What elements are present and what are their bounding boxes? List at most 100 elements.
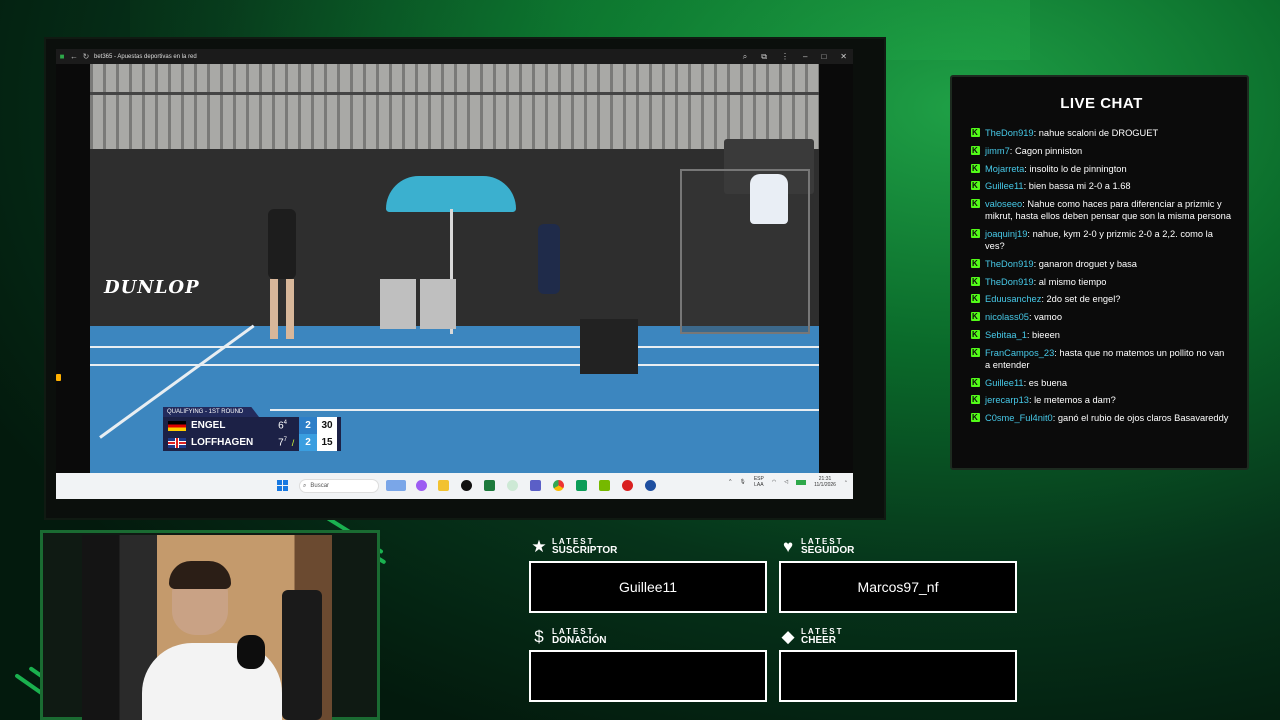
umpire-chair <box>680 169 810 334</box>
battery-icon[interactable] <box>796 479 807 485</box>
chat-text: 2do set de engel? <box>1046 294 1121 305</box>
player-name: ENGEL <box>191 420 226 431</box>
tiktok-icon[interactable] <box>461 480 472 491</box>
excel-icon[interactable] <box>484 480 495 491</box>
chevron-up-icon[interactable]: ^ <box>729 479 731 485</box>
player-name: LOFFHAGEN <box>191 437 254 448</box>
maximize-icon[interactable]: □ <box>821 52 826 61</box>
video-letterbox-right <box>819 64 853 473</box>
file-explorer-icon[interactable] <box>438 480 449 491</box>
edge-icon[interactable] <box>576 480 587 491</box>
kick-badge-icon <box>971 311 980 323</box>
chat-text: bien bassa mi 2-0 a 1.68 <box>1028 181 1131 192</box>
more-menu-icon[interactable]: ⋮ <box>781 52 789 61</box>
clock[interactable]: 21:31 11/1/2026 <box>814 476 836 488</box>
minimize-icon[interactable]: – <box>803 52 807 61</box>
chat-message: FranCampos_23: hasta que no matemos un p… <box>970 347 1232 371</box>
tennis-player <box>268 209 296 279</box>
serving-ball-icon: / <box>291 437 295 448</box>
search-icon: ⌕ <box>303 482 307 489</box>
volume-icon[interactable]: ◁ <box>784 479 788 485</box>
language-indicator[interactable]: ESP LAA <box>754 476 764 488</box>
latest-big-text: SEGUIDOR <box>801 545 855 556</box>
latest-seguidor-label: ♥ LATEST SEGUIDOR <box>779 538 854 556</box>
latest-suscriptor-box: Guillee11 <box>529 561 767 613</box>
chat-title: LIVE CHAT <box>1060 95 1143 112</box>
kick-badge-icon <box>971 347 980 359</box>
kick-badge-icon <box>971 198 980 210</box>
chat-message: valoseeo: Nahue como haces para diferenc… <box>970 198 1232 222</box>
copilot-icon[interactable] <box>416 480 427 491</box>
round-label: QUALIFYING - 1ST ROUND <box>163 407 259 417</box>
court-baseline <box>90 346 819 348</box>
whatsapp-icon[interactable] <box>507 480 518 491</box>
video-letterbox-left <box>56 64 90 473</box>
diamond-icon: ◆ <box>781 627 795 646</box>
chat-username[interactable]: joaquinj19 <box>985 229 1027 239</box>
widgets-icon[interactable] <box>386 480 406 491</box>
chat-username[interactable]: jimm7 <box>985 146 1010 156</box>
close-icon[interactable]: ✕ <box>840 52 847 61</box>
germany-flag-icon <box>168 420 186 431</box>
latest-big-text: SUSCRIPTOR <box>552 545 618 556</box>
chat-username[interactable]: C0sme_Ful4nit0 <box>985 413 1053 423</box>
chat-username[interactable]: Sebitaa_1 <box>985 330 1027 340</box>
chat-username[interactable]: jerecarp13 <box>985 395 1029 405</box>
app-red-icon[interactable] <box>622 480 633 491</box>
notification-bell-icon[interactable]: ◔ <box>844 479 847 485</box>
drinks-cooler <box>580 319 638 374</box>
player-legs <box>270 279 278 339</box>
microphone-icon[interactable]: 🎙 <box>739 479 745 485</box>
kick-badge-icon <box>971 329 980 341</box>
chat-text: insolito lo de pinnington <box>1029 163 1127 174</box>
chat-username[interactable]: valoseeo <box>985 199 1022 209</box>
chat-username[interactable]: FranCampos_23 <box>985 348 1054 358</box>
chat-username[interactable]: Mojarreta <box>985 164 1024 174</box>
chrome-icon[interactable] <box>553 480 564 491</box>
chat-username[interactable]: nicolass05 <box>985 312 1029 322</box>
tennis-video-stream[interactable]: DUNLOP QUALIFYING - 1ST ROUND ENGEL 64 2… <box>90 64 819 473</box>
star-icon: ★ <box>531 537 547 556</box>
chat-message: joaquinj19: nahue, kym 2-0 y prizmic 2-0… <box>970 228 1232 252</box>
chat-username[interactable]: TheDon919 <box>985 128 1034 138</box>
player-chair <box>380 279 416 329</box>
extensions-icon[interactable]: ⧉ <box>761 52 767 62</box>
kick-badge-icon <box>971 145 980 157</box>
chat-message: C0sme_Ful4nit0: ganó el rubio de ojos cl… <box>970 412 1232 424</box>
kick-badge-icon <box>971 293 980 305</box>
ball-kid <box>538 224 560 294</box>
latest-donacion-label: $ LATEST DONACIÓN <box>530 628 606 646</box>
site-favicon-icon: ■ <box>59 52 65 61</box>
points-score: 15 <box>317 434 337 451</box>
nvidia-icon[interactable] <box>599 480 610 491</box>
taskbar-search[interactable]: ⌕ Buscar <box>299 479 379 493</box>
chat-username[interactable]: Guillee11 <box>985 378 1024 388</box>
umpire <box>750 174 788 224</box>
chat-text: nahue scaloni de DROGUET <box>1038 128 1159 138</box>
chat-message: Guillee11: es buena <box>970 377 1232 389</box>
windows-start-icon[interactable] <box>277 480 288 491</box>
app-blue-icon[interactable] <box>645 480 656 491</box>
chat-username[interactable]: TheDon919 <box>985 259 1034 269</box>
fence-rail <box>90 92 819 95</box>
chat-message: TheDon919: ganaron droguet y basa <box>970 258 1232 270</box>
chat-username[interactable]: Eduusanchez <box>985 294 1041 304</box>
latest-cheer-label: ◆ LATEST CHEER <box>779 628 844 646</box>
wifi-icon[interactable]: ◠ <box>772 479 776 485</box>
zoom-icon[interactable]: ⌕ <box>743 52 747 62</box>
back-arrow-icon[interactable]: ← <box>68 49 80 64</box>
teams-icon[interactable] <box>530 480 541 491</box>
system-tray: ^ 🎙 ESP LAA ◠ ◁ 21:31 11/1/2026 ◔ <box>729 476 847 488</box>
chat-username[interactable]: Guillee11 <box>985 181 1024 191</box>
chat-username[interactable]: TheDon919 <box>985 277 1034 287</box>
latest-big-text: DONACIÓN <box>552 635 607 646</box>
games-score: 2 <box>299 434 317 451</box>
kick-badge-icon <box>971 127 980 139</box>
games-score: 2 <box>299 417 317 434</box>
chat-message: jerecarp13: le metemos a dam? <box>970 394 1232 406</box>
score-row-player-2: LOFFHAGEN 77 / 2 15 <box>163 434 341 451</box>
chat-message: nicolass05: vamoo <box>970 311 1232 323</box>
reload-icon[interactable]: ↻ <box>80 49 92 64</box>
gaming-chair <box>282 590 322 720</box>
chat-text: Cagon pinniston <box>1014 145 1083 156</box>
